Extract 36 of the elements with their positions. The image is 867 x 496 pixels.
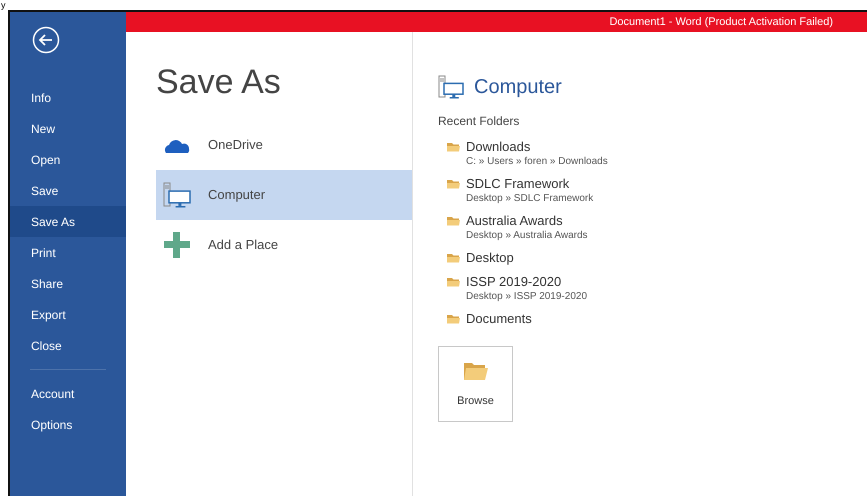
- title-bar: Document1 - Word (Product Activation Failed): [126, 12, 867, 32]
- sidebar-item[interactable]: Close: [10, 330, 126, 361]
- sidebar-item[interactable]: Options: [10, 409, 126, 440]
- text-fragment: y: [1, 0, 6, 10]
- folder-icon: [446, 177, 460, 189]
- sidebar-item[interactable]: Account: [10, 378, 126, 409]
- recent-folder[interactable]: ISSP 2019-2020 Desktop » ISSP 2019-2020: [438, 273, 594, 304]
- recent-folder[interactable]: Australia Awards Desktop » Australia Awards: [438, 212, 594, 243]
- sidebar-item[interactable]: Save: [10, 175, 126, 206]
- folder-icon: [446, 251, 460, 263]
- recent-folder[interactable]: Documents: [438, 310, 538, 328]
- plus-icon: [163, 231, 191, 259]
- sidebar-item[interactable]: Save As: [10, 206, 126, 237]
- folder-icon: [446, 214, 460, 226]
- sidebar-item[interactable]: Share: [10, 268, 126, 299]
- panel-title: Computer: [474, 75, 562, 100]
- sidebar-item[interactable]: Open: [10, 144, 126, 175]
- sidebar-item[interactable]: Export: [10, 299, 126, 330]
- page-heading: Save As: [156, 62, 282, 102]
- folder-icon: [446, 140, 460, 152]
- folder-icon: [446, 312, 460, 324]
- computer-icon: [163, 182, 191, 208]
- folder-icon: [446, 275, 460, 287]
- sidebar-item[interactable]: New: [10, 113, 126, 144]
- back-button[interactable]: [32, 26, 60, 54]
- sidebar-item[interactable]: Print: [10, 237, 126, 268]
- recent-folder[interactable]: Downloads C: » Users » foren » Downloads: [438, 138, 614, 169]
- sidebar-item[interactable]: Info: [10, 82, 126, 113]
- recent-folder[interactable]: Desktop: [438, 249, 520, 267]
- computer-icon: [438, 75, 464, 99]
- recent-folder[interactable]: SDLC Framework Desktop » SDLC Framework: [438, 175, 600, 206]
- section-label: Recent Folders: [438, 113, 520, 130]
- browse-button[interactable]: Browse: [438, 346, 513, 422]
- place-item[interactable]: Add a Place: [156, 220, 412, 270]
- place-item[interactable]: Computer: [156, 170, 412, 220]
- place-item[interactable]: OneDrive: [156, 120, 412, 170]
